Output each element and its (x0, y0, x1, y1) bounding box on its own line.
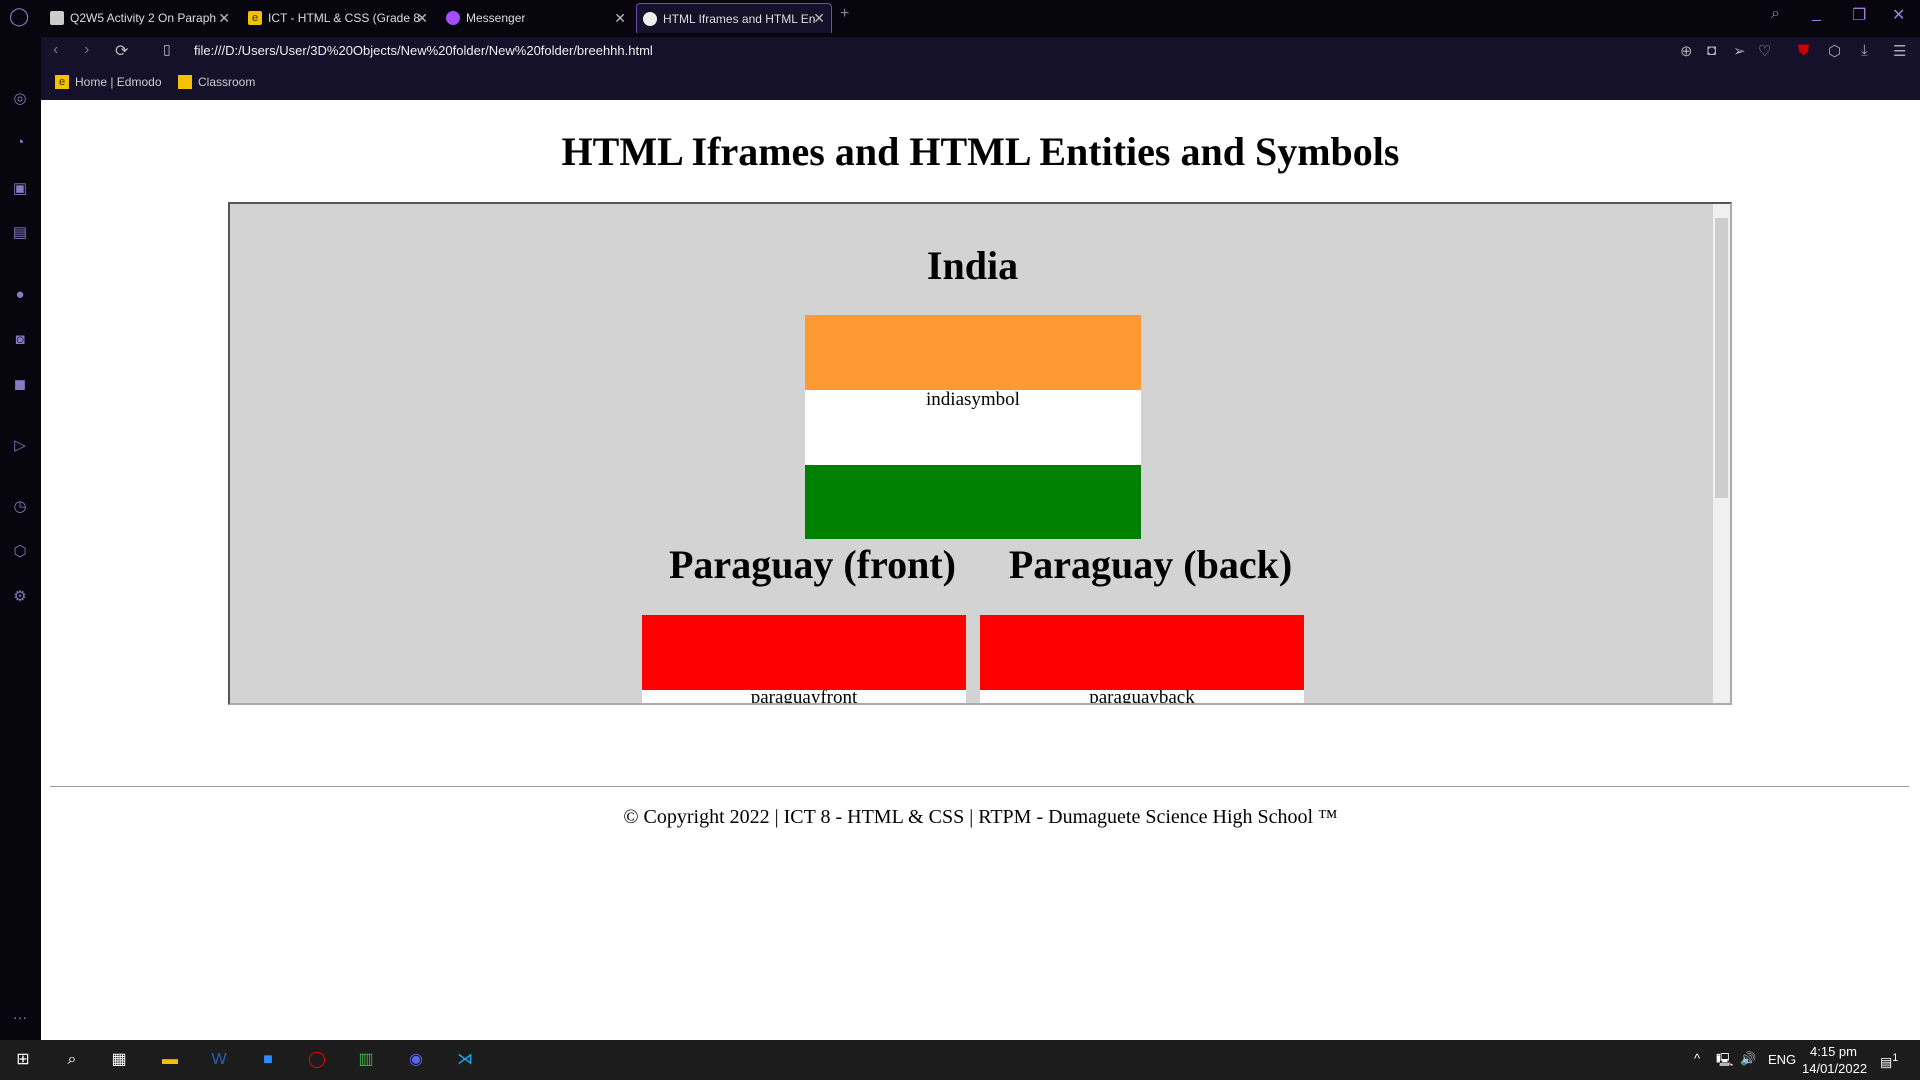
menu-icon[interactable]: ☰ (1893, 42, 1906, 60)
tab-messenger[interactable]: Messenger ✕ (440, 3, 632, 33)
clock-date[interactable]: 14/01/2022 (1802, 1061, 1867, 1076)
search-icon[interactable]: ⌕ (60, 1048, 84, 1072)
network-icon[interactable]: 🖳 (1716, 1051, 1733, 1073)
restore-button[interactable]: ❐ (1852, 5, 1866, 25)
page-title: HTML Iframes and HTML Entities and Symbo… (561, 129, 1400, 174)
web-page: HTML Iframes and HTML Entities and Symbo… (41, 100, 1920, 1040)
settings-icon[interactable]: ⚙ (10, 587, 30, 607)
ublock-icon[interactable]: ⛊ (1798, 42, 1809, 59)
language-indicator[interactable]: ENG (1768, 1052, 1796, 1067)
back-button[interactable]: ‹ (53, 41, 58, 59)
forward-button[interactable]: › (84, 41, 89, 59)
task-view-icon[interactable]: ▦ (107, 1048, 131, 1072)
messenger-icon[interactable]: ● (10, 285, 30, 305)
iframe-scrollbar[interactable] (1713, 204, 1730, 703)
address-bar-area: ‹ › ⟳ ▯ file:///D:/Users/User/3D%20Objec… (41, 37, 1920, 100)
taskbar: ⊞ ⌕ ▦ ▬ W ■ ◯ ▥ ◉ ⋊ ^ 🖳 🔊 ENG 4:15 pm 14… (0, 1040, 1920, 1080)
file-explorer-icon[interactable]: ▬ (158, 1048, 182, 1072)
tab-label: HTML Iframes and HTML En (663, 11, 816, 26)
download-icon[interactable]: ⤓ (1861, 42, 1868, 59)
heart-icon[interactable]: ♡ (1758, 42, 1771, 60)
classroom-icon (178, 75, 192, 89)
opera-logo-icon[interactable]: ◯ (9, 6, 29, 27)
player-icon[interactable]: ▷ (10, 436, 30, 456)
paraguay-back-heading: Paraguay (back) (1008, 542, 1293, 587)
gamepad-icon[interactable]: ◎ (10, 89, 30, 109)
document-icon (50, 11, 64, 25)
scrollbar-thumb[interactable] (1715, 218, 1728, 498)
volume-icon[interactable]: 🔊 (1740, 1051, 1756, 1067)
close-tab-icon[interactable]: ✕ (813, 10, 825, 27)
clock-time[interactable]: 4:15 pm (1810, 1044, 1857, 1059)
discord-icon[interactable]: ◼ (10, 375, 30, 395)
paraguay-back-image: paraguayback (1089, 687, 1195, 705)
paraguay-front-image: paraguayfront (750, 687, 858, 705)
tab-q2w5[interactable]: Q2W5 Activity 2 On Paraph ✕ (44, 3, 236, 33)
bookmark-label: Classroom (198, 75, 256, 89)
globe-icon (643, 11, 657, 26)
bookmark-label: Home | Edmodo (75, 75, 162, 89)
send-icon[interactable]: ➢ (1733, 42, 1746, 60)
divider (50, 786, 1909, 787)
zoom-app-icon[interactable]: ■ (256, 1048, 280, 1072)
close-tab-icon[interactable]: ✕ (416, 10, 428, 27)
reload-button[interactable]: ⟳ (115, 41, 128, 61)
bookmark-classroom[interactable]: Classroom (178, 75, 255, 89)
extensions-icon[interactable]: ⬡ (10, 542, 30, 562)
history-icon[interactable]: ◷ (10, 497, 30, 517)
india-symbol-image: indiasymbol (926, 389, 1020, 410)
tray-chevron-icon[interactable]: ^ (1694, 1051, 1700, 1066)
vscode-icon[interactable]: ⋊ (453, 1048, 477, 1072)
paraguay-front-heading: Paraguay (front) (669, 542, 956, 587)
edmodo-icon: e (55, 75, 69, 89)
india-flag: indiasymbol (805, 315, 1141, 539)
bookmark-edmodo[interactable]: e Home | Edmodo (55, 75, 162, 89)
paraguay-back-flag: paraguayback (980, 615, 1304, 705)
iframe[interactable]: India indiasymbol Paraguay (front) Parag… (228, 202, 1732, 705)
url-field[interactable]: file:///D:/Users/User/3D%20Objects/New%2… (194, 43, 653, 58)
india-heading: India (926, 243, 1019, 288)
word-icon[interactable]: W (207, 1048, 231, 1072)
notification-icon[interactable]: ▤1 (1880, 1052, 1898, 1070)
messenger-icon (446, 11, 460, 25)
close-window-button[interactable]: ✕ (1892, 5, 1905, 25)
close-tab-icon[interactable]: ✕ (218, 10, 230, 27)
paraguay-front-flag: paraguayfront (642, 615, 966, 705)
footer-copyright: © Copyright 2022 | ICT 8 - HTML & CSS | … (623, 806, 1338, 828)
search-tabs-icon[interactable]: ⌕ (1771, 5, 1780, 23)
close-tab-icon[interactable]: ✕ (614, 10, 626, 27)
more-icon[interactable]: … (10, 1005, 30, 1025)
speed-icon[interactable]: ◔ (10, 133, 30, 153)
tab-label: Q2W5 Activity 2 On Paraph (70, 11, 217, 25)
instagram-icon[interactable]: ◙ (10, 330, 30, 350)
bag-icon[interactable]: ▣ (10, 179, 30, 199)
page-icon: ▯ (163, 41, 171, 57)
tab-html-iframes[interactable]: HTML Iframes and HTML En ✕ (636, 3, 832, 33)
windows-start-icon[interactable]: ⊞ (11, 1048, 35, 1072)
cube-icon[interactable]: ⬡ (1828, 42, 1841, 60)
tab-label: Messenger (466, 11, 526, 25)
zoom-icon[interactable]: ⊕ (1680, 42, 1693, 60)
edmodo-icon: e (248, 11, 262, 25)
notification-count: 1 (1892, 1052, 1899, 1064)
discord-icon[interactable]: ◉ (404, 1048, 428, 1072)
minimize-button[interactable]: _ (1812, 5, 1821, 23)
twitch-icon[interactable]: ▤ (10, 223, 30, 243)
tab-bar: ◯ Q2W5 Activity 2 On Paraph ✕ e ICT - HTML… (0, 0, 1920, 37)
sidebar: ◎ ◔ ▣ ▤ ● ◙ ◼ ▷ ◷ ⬡ ⚙ … (0, 37, 41, 1040)
tab-label: ICT - HTML & CSS (Grade 8 (268, 11, 421, 25)
tab-ict[interactable]: e ICT - HTML & CSS (Grade 8 ✕ (242, 3, 434, 33)
app-icon[interactable]: ▥ (354, 1048, 378, 1072)
opera-icon[interactable]: ◯ (305, 1048, 329, 1072)
new-tab-button[interactable]: + (840, 5, 849, 23)
snapshot-icon[interactable]: ◘ (1707, 42, 1716, 59)
